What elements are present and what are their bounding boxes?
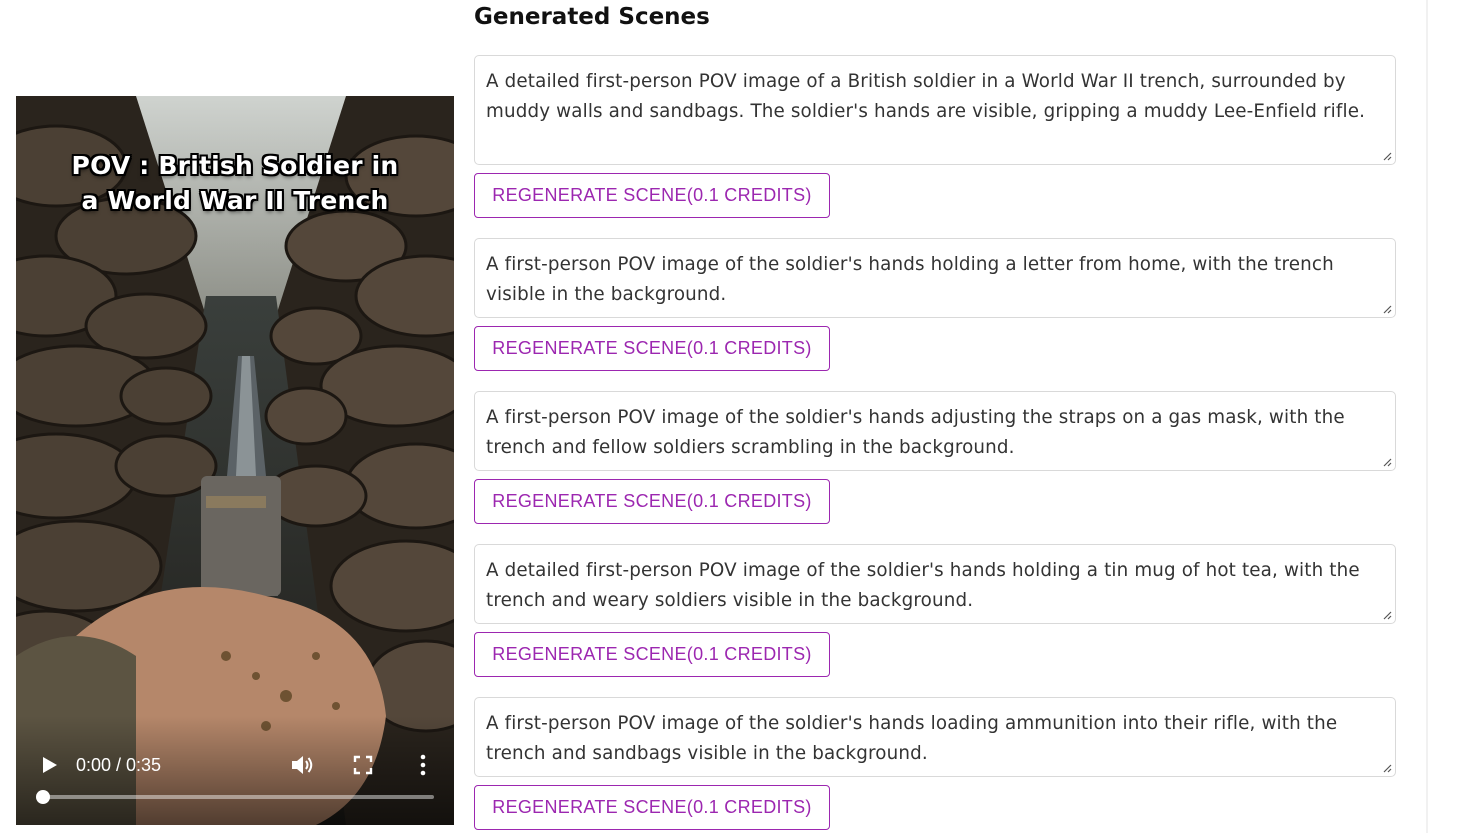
- regenerate-scene-button[interactable]: REGENERATE SCENE(0.1 CREDITS): [474, 785, 830, 830]
- time-display: 0:00 / 0:35: [76, 755, 162, 775]
- video-progress-thumb[interactable]: [36, 790, 50, 804]
- resize-handle-icon[interactable]: [1382, 610, 1392, 620]
- scene-description-text: A detailed first-person POV image of a B…: [486, 71, 1366, 122]
- video-overlay-title-line2: a World War II Trench: [81, 186, 389, 215]
- regenerate-scene-button[interactable]: REGENERATE SCENE(0.1 CREDITS): [474, 326, 830, 371]
- regenerate-scene-button[interactable]: REGENERATE SCENE(0.1 CREDITS): [474, 632, 830, 677]
- video-progress-bar[interactable]: [36, 790, 434, 804]
- scene-description-textarea[interactable]: A detailed first-person POV image of the…: [474, 544, 1396, 624]
- resize-handle-icon[interactable]: [1382, 151, 1392, 161]
- scene-description-text: A detailed first-person POV image of the…: [486, 560, 1360, 611]
- scene-description-textarea[interactable]: A detailed first-person POV image of a B…: [474, 55, 1396, 165]
- scene-item: A first-person POV image of the soldier'…: [474, 391, 1396, 524]
- regenerate-scene-button[interactable]: REGENERATE SCENE(0.1 CREDITS): [474, 173, 830, 218]
- scene-item: A detailed first-person POV image of a B…: [474, 55, 1396, 218]
- scene-description-textarea[interactable]: A first-person POV image of the soldier'…: [474, 238, 1396, 318]
- more-options-icon[interactable]: [414, 754, 432, 776]
- scene-description-text: A first-person POV image of the soldier'…: [486, 254, 1334, 305]
- fullscreen-icon[interactable]: [353, 755, 373, 775]
- page-edge-divider: [1426, 0, 1428, 833]
- volume-icon[interactable]: [290, 753, 316, 777]
- resize-handle-icon[interactable]: [1382, 457, 1392, 467]
- scene-item: A first-person POV image of the soldier'…: [474, 238, 1396, 371]
- regenerate-scene-button[interactable]: REGENERATE SCENE(0.1 CREDITS): [474, 479, 830, 524]
- resize-handle-icon[interactable]: [1382, 304, 1392, 314]
- video-overlay-title: POV : British Soldier in a World War II …: [16, 148, 454, 218]
- scene-description-textarea[interactable]: A first-person POV image of the soldier'…: [474, 391, 1396, 471]
- scene-description-textarea[interactable]: A first-person POV image of the soldier'…: [474, 697, 1396, 777]
- scene-description-text: A first-person POV image of the soldier'…: [486, 713, 1338, 764]
- panel-title: Generated Scenes: [474, 4, 710, 30]
- play-icon[interactable]: [40, 754, 60, 776]
- scene-item: A first-person POV image of the soldier'…: [474, 697, 1396, 830]
- video-player[interactable]: POV : British Soldier in a World War II …: [16, 96, 454, 825]
- scene-item: A detailed first-person POV image of the…: [474, 544, 1396, 677]
- video-overlay-title-line1: POV : British Soldier in: [71, 151, 399, 180]
- resize-handle-icon[interactable]: [1382, 763, 1392, 773]
- scene-description-text: A first-person POV image of the soldier'…: [486, 407, 1345, 458]
